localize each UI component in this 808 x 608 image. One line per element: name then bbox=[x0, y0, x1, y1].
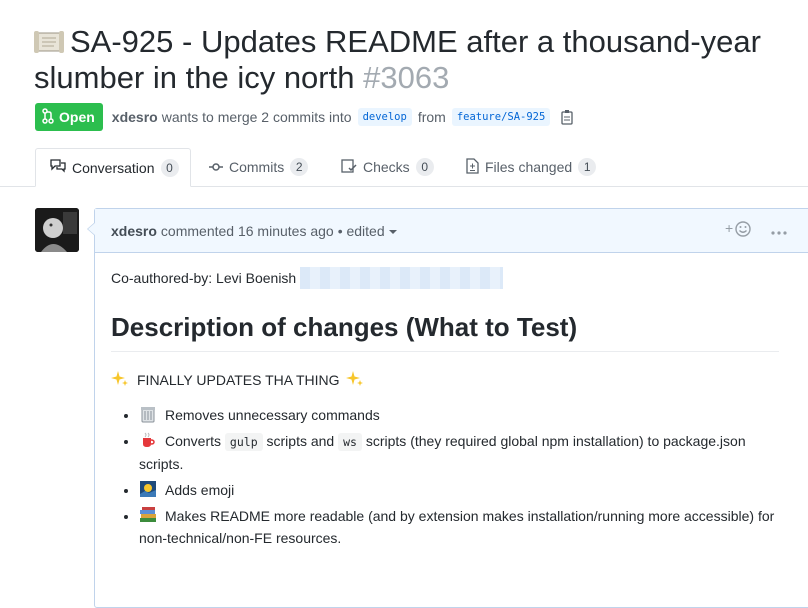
kebab-horizontal-icon[interactable] bbox=[771, 223, 787, 239]
comment-timestamp[interactable]: commented 16 minutes ago bbox=[161, 223, 334, 239]
list-item: Removes unnecessary commands bbox=[139, 404, 791, 426]
cup-icon bbox=[139, 431, 157, 449]
status-badge: Open bbox=[35, 103, 103, 131]
code-ws: ws bbox=[338, 433, 362, 451]
changes-list: Removes unnecessary commands Converts gu… bbox=[111, 404, 791, 549]
sparkles-icon bbox=[111, 370, 129, 388]
edited-dropdown[interactable]: • edited bbox=[338, 223, 397, 239]
tab-counter: 2 bbox=[290, 158, 309, 176]
comment-author[interactable]: xdesro bbox=[111, 223, 157, 239]
comment-body: Co-authored-by: Levi Boenish Description… bbox=[111, 267, 791, 553]
base-branch[interactable]: develop bbox=[357, 108, 412, 126]
head-branch[interactable]: feature/SA-925 bbox=[451, 108, 551, 126]
pr-title: SA-925 - Updates README after a thousand… bbox=[34, 24, 804, 96]
git-commit-icon bbox=[209, 159, 223, 175]
sparkles-icon bbox=[345, 370, 364, 388]
checklist-icon bbox=[341, 158, 357, 176]
comment-header: xdesro commented 16 minutes ago • edited… bbox=[95, 209, 808, 253]
caret-down-icon bbox=[388, 229, 397, 234]
tab-counter: 1 bbox=[578, 158, 597, 176]
tab-counter: 0 bbox=[415, 158, 434, 176]
pr-number: #3063 bbox=[363, 60, 450, 95]
git-pull-request-icon bbox=[42, 107, 54, 127]
description-heading: Description of changes (What to Test) bbox=[111, 311, 779, 352]
books-icon bbox=[139, 506, 157, 524]
list-item: Adds emoji bbox=[139, 479, 791, 501]
list-item: Converts gulp scripts and ws scripts (th… bbox=[139, 430, 791, 475]
list-item: Makes README more readable (and by exten… bbox=[139, 505, 791, 549]
scroll-icon bbox=[34, 26, 64, 53]
add-reaction-icon[interactable]: + bbox=[725, 220, 753, 241]
svg-text:+: + bbox=[725, 220, 733, 236]
picture-icon bbox=[139, 480, 157, 498]
avatar[interactable] bbox=[35, 208, 79, 252]
tab-checks[interactable]: Checks 0 bbox=[327, 148, 448, 186]
coauthor-line: Co-authored-by: Levi Boenish bbox=[111, 267, 791, 289]
tab-files-changed[interactable]: Files changed 1 bbox=[452, 148, 610, 186]
redacted-email bbox=[300, 267, 504, 289]
clipboard-icon[interactable] bbox=[560, 109, 574, 125]
merge-text: wants to merge 2 commits into bbox=[161, 109, 352, 125]
pr-tabs: Conversation 0 Commits 2 Checks 0 Files … bbox=[0, 148, 808, 187]
code-gulp: gulp bbox=[224, 433, 263, 451]
tab-conversation[interactable]: Conversation 0 bbox=[35, 148, 191, 187]
wastebasket-icon bbox=[139, 405, 157, 423]
pr-meta: Open xdesro wants to merge 2 commits int… bbox=[35, 103, 574, 131]
author-link[interactable]: xdesro bbox=[112, 109, 158, 125]
file-diff-icon bbox=[466, 157, 479, 177]
from-text: from bbox=[417, 109, 446, 125]
intro-line: FINALLY UPDATES THA THING bbox=[111, 370, 791, 390]
comment-card: xdesro commented 16 minutes ago • edited… bbox=[87, 208, 808, 608]
tab-commits[interactable]: Commits 2 bbox=[195, 148, 322, 186]
comment-discussion-icon bbox=[50, 159, 66, 176]
tab-counter: 0 bbox=[160, 158, 179, 177]
status-label: Open bbox=[59, 109, 95, 125]
